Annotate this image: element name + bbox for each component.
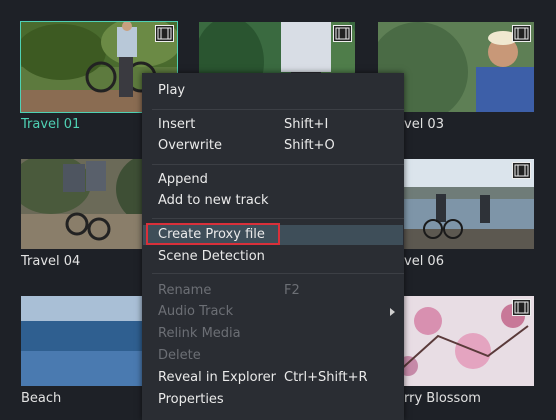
menu-item-audio-track[interactable]: Audio Track [143,302,403,322]
menu-item-overwrite[interactable]: Overwrite Shift+O [143,136,403,156]
menu-item-add-to-new-track[interactable]: Add to new track [143,191,403,211]
media-label: vel 03 [404,117,444,132]
menu-item-scene-detection[interactable]: Scene Detection [143,247,403,267]
menu-item-rename[interactable]: Rename F2 [143,281,403,301]
menu-item-reveal-in-explorer[interactable]: Reveal in Explorer Ctrl+Shift+R [143,368,403,388]
menu-item-append[interactable]: Append [143,170,403,190]
context-menu: Play Insert Shift+I Overwrite Shift+O Ap… [142,73,404,420]
menu-separator [152,164,404,165]
chevron-right-icon [390,308,395,316]
film-strip-icon [333,25,352,42]
menu-item-create-proxy-file[interactable]: Create Proxy file [143,223,403,245]
media-label: vel 06 [404,254,444,269]
menu-item-delete[interactable]: Delete [143,346,403,366]
menu-item-relink-media[interactable]: Relink Media [143,324,403,344]
menu-item-play[interactable]: Play [143,81,403,101]
film-strip-icon [512,299,531,316]
film-strip-icon [155,25,174,42]
menu-item-insert[interactable]: Insert Shift+I [143,115,403,135]
media-label: Travel 04 [21,254,81,269]
film-strip-icon [512,162,531,179]
media-label: Beach [21,391,62,406]
menu-separator [152,273,404,274]
menu-separator [152,109,404,110]
media-label: rry Blossom [404,391,481,406]
media-label: Travel 01 [21,117,81,132]
menu-separator [152,218,404,219]
menu-item-properties[interactable]: Properties [143,390,403,410]
film-strip-icon [512,25,531,42]
